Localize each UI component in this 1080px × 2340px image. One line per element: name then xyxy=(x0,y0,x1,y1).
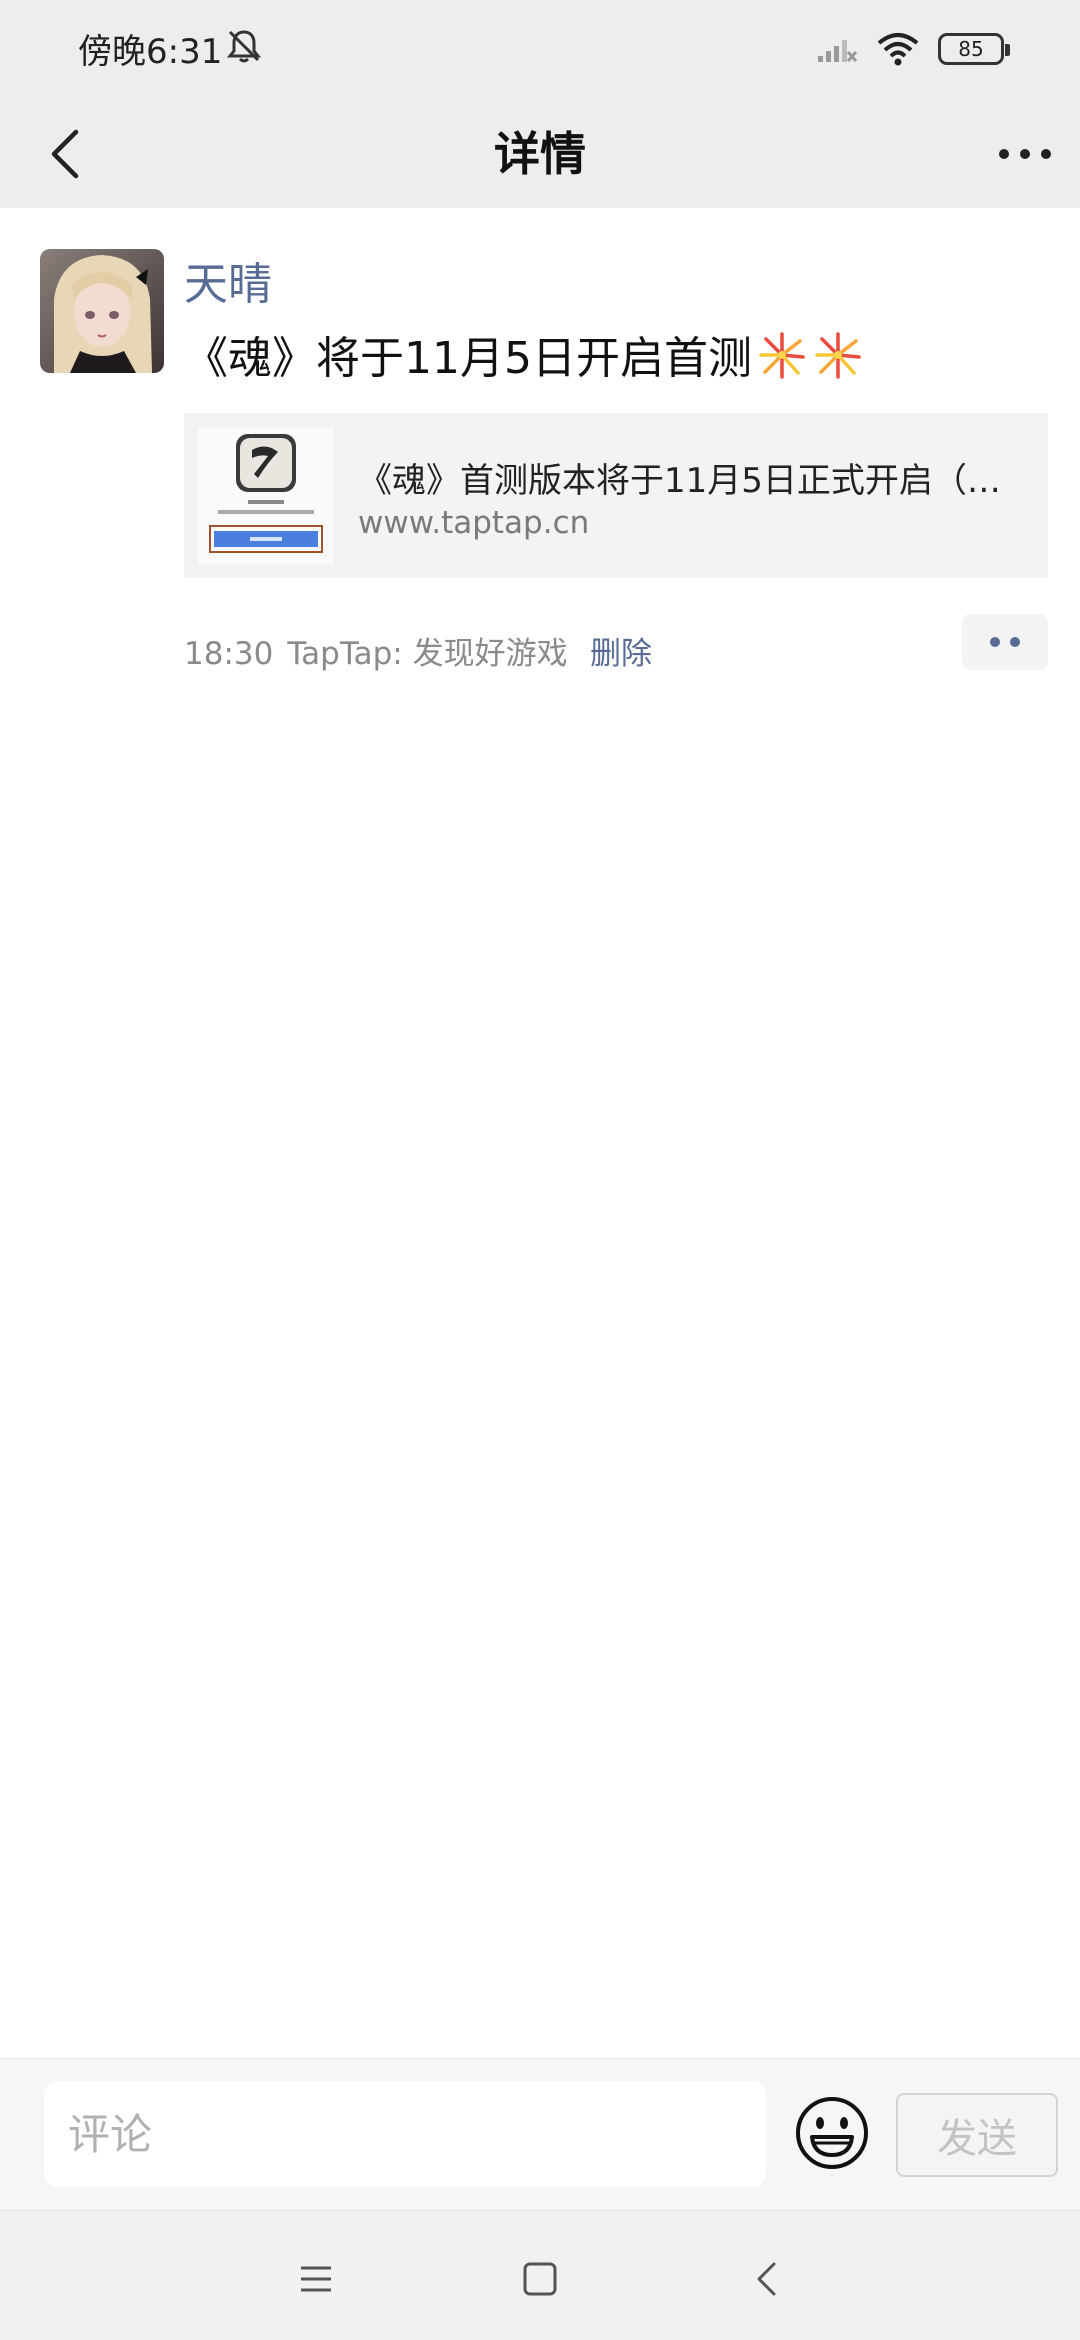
signal-off-icon xyxy=(818,40,858,62)
dot-icon xyxy=(1010,637,1020,647)
like-comment-button[interactable] xyxy=(962,614,1048,670)
home-button[interactable] xyxy=(510,2249,570,2309)
send-button[interactable]: 发送 xyxy=(896,2093,1058,2177)
system-back-button[interactable] xyxy=(736,2249,796,2309)
post-text: 《魂》将于11月5日开启首测 xyxy=(184,322,864,386)
chevron-left-icon xyxy=(51,129,79,179)
dot-icon xyxy=(990,637,1000,647)
status-bar: 傍晚6:31 85 xyxy=(0,0,1080,100)
link-title: 《魂》首测版本将于11月5日正式开启（… xyxy=(358,461,1001,501)
header-bar: 详情 xyxy=(0,100,1080,208)
wifi-icon xyxy=(877,33,919,66)
fireworks-icon xyxy=(759,332,805,379)
avatar-image xyxy=(40,249,164,373)
post-meta: 18:30 TapTap: 发现好游戏 xyxy=(184,628,568,673)
status-icons: 85 xyxy=(816,26,1010,72)
link-url: www.taptap.cn xyxy=(358,505,590,541)
status-time: 傍晚6:31 xyxy=(78,32,223,72)
post-time: 18:30 xyxy=(184,636,274,672)
bell-off-icon xyxy=(226,30,262,63)
delete-button[interactable]: 删除 xyxy=(590,628,652,673)
smiley-icon[interactable] xyxy=(792,2093,872,2173)
page-title: 详情 xyxy=(494,127,586,181)
post-source: TapTap: 发现好游戏 xyxy=(287,636,568,672)
back-button[interactable] xyxy=(30,114,100,194)
post-text-content: 《魂》将于11月5日开启首测 xyxy=(184,333,752,384)
comment-bar: 发送 xyxy=(0,2058,1080,2210)
back-icon xyxy=(757,2262,776,2296)
battery-icon: 85 xyxy=(938,33,1010,65)
more-button[interactable] xyxy=(990,124,1060,184)
fireworks-icon xyxy=(815,332,861,379)
link-thumbnail xyxy=(198,428,334,564)
battery-level: 85 xyxy=(958,37,984,61)
avatar[interactable] xyxy=(40,249,164,373)
menu-icon xyxy=(301,2266,331,2292)
author-name[interactable]: 天晴 xyxy=(184,248,272,312)
app-thumbnail-image xyxy=(198,428,334,564)
more-horizontal-icon xyxy=(999,149,1051,159)
recent-apps-button[interactable] xyxy=(286,2249,346,2309)
comment-input[interactable] xyxy=(44,2081,766,2187)
link-card[interactable]: 《魂》首测版本将于11月5日正式开启（… www.taptap.cn xyxy=(184,413,1048,578)
system-nav-bar xyxy=(0,2210,1080,2340)
home-square-icon xyxy=(523,2262,557,2296)
